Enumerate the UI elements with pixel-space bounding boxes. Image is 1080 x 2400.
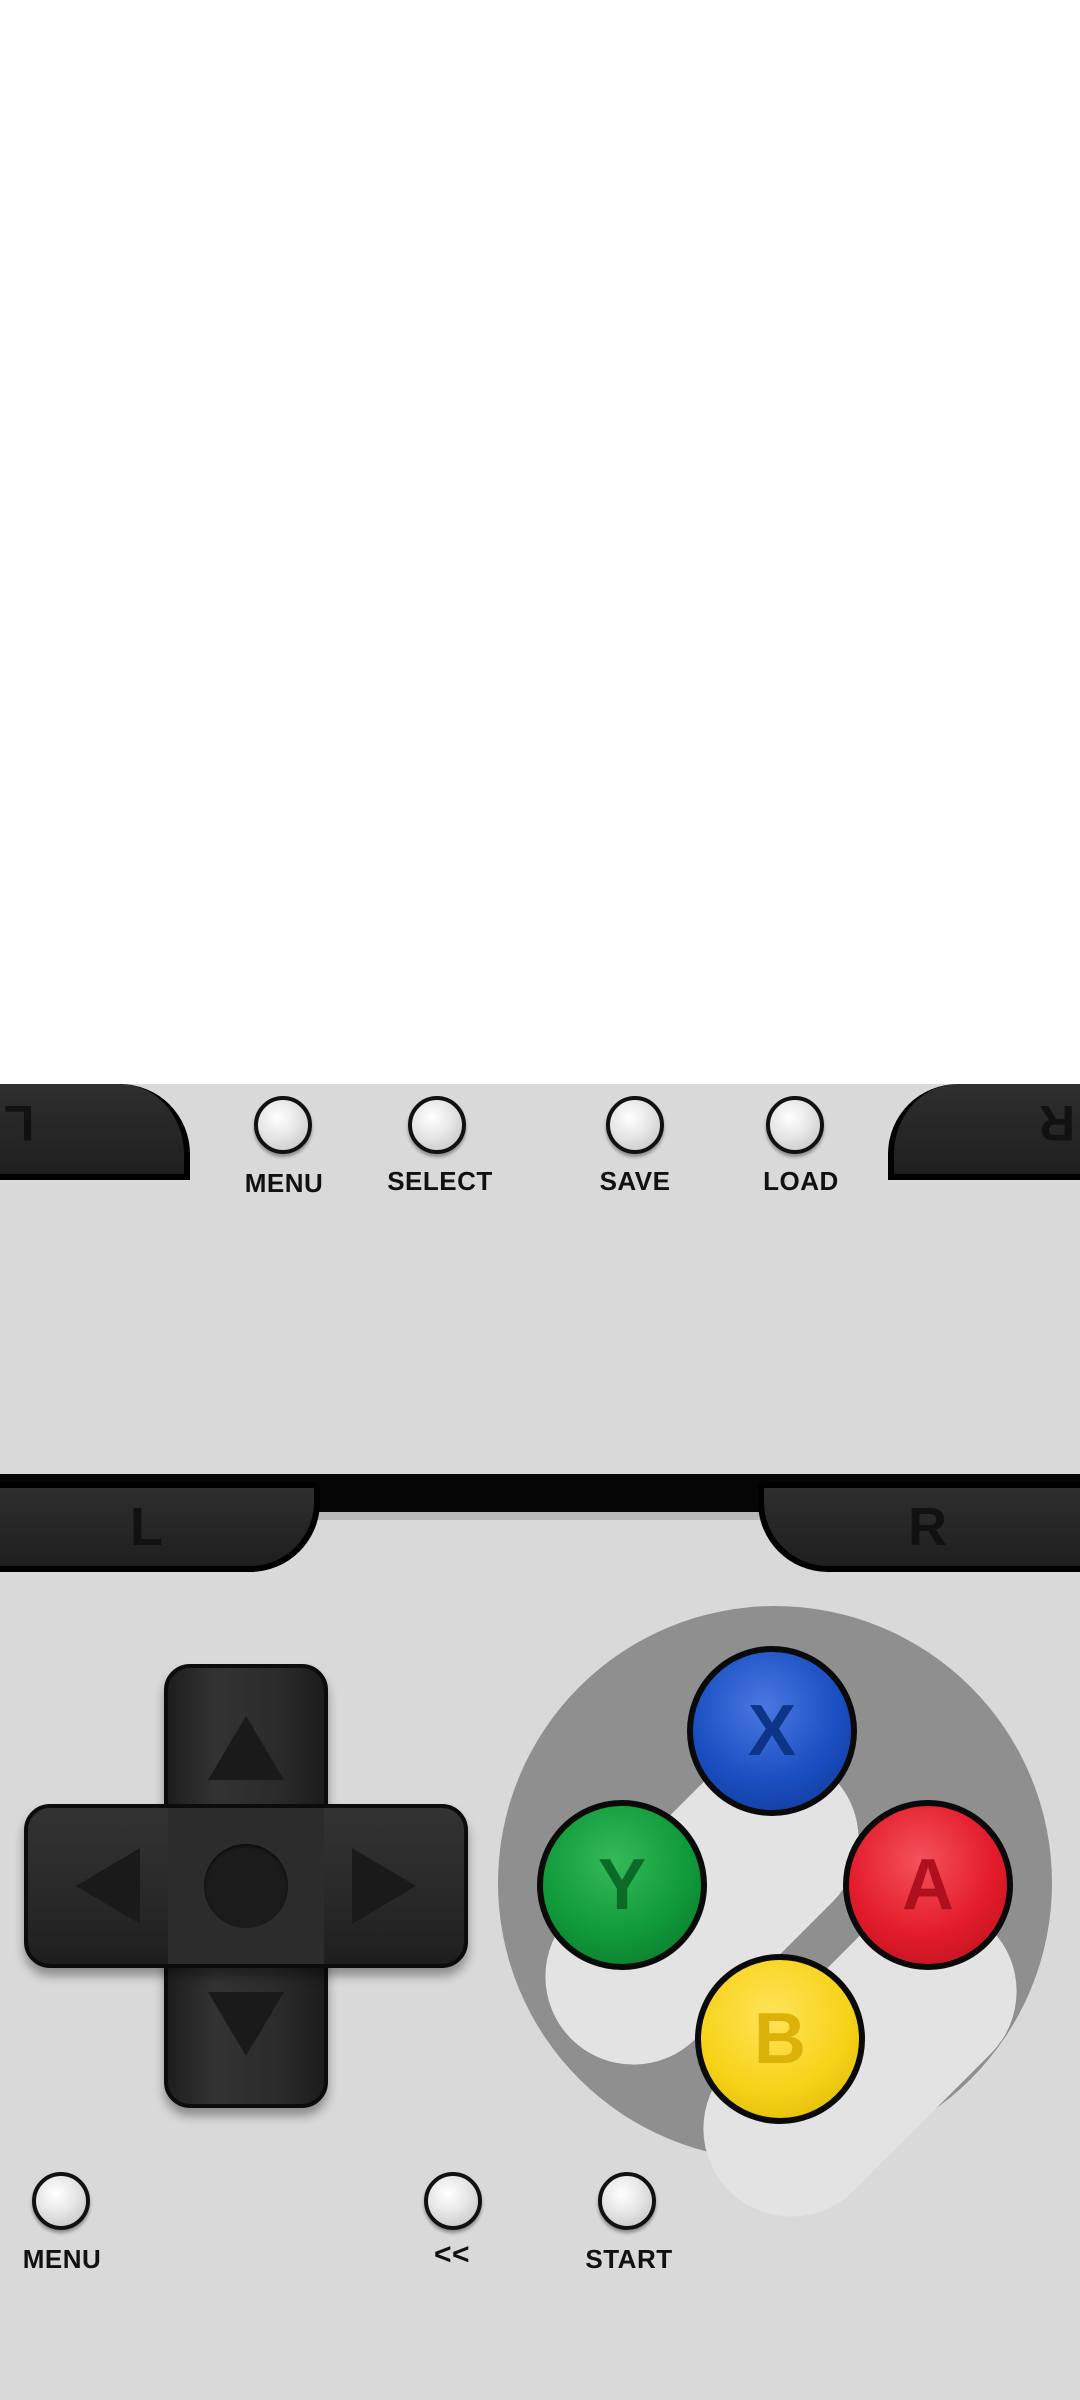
dpad[interactable]: [24, 1664, 468, 2108]
load-label: LOAD: [763, 1166, 839, 1196]
save-label: SAVE: [599, 1166, 671, 1196]
start-button[interactable]: [598, 2172, 656, 2230]
select-button[interactable]: [408, 1096, 466, 1154]
select-label: SELECT: [387, 1166, 493, 1196]
right-shoulder-button[interactable]: R: [758, 1482, 1080, 1572]
rewind-label: <<: [433, 2238, 471, 2271]
game-screen: [0, 0, 1080, 1084]
dpad-up-arrow-icon: [208, 1716, 284, 1780]
dpad-left-arrow-icon: [76, 1848, 140, 1924]
dpad-down-arrow-icon: [208, 1992, 284, 2056]
a-button-label: A: [902, 1845, 954, 1925]
x-button[interactable]: X: [687, 1646, 857, 1816]
x-button-label: X: [747, 1691, 797, 1771]
top-right-shoulder-button[interactable]: R: [888, 1084, 1080, 1180]
dpad-right-arrow-icon: [352, 1848, 416, 1924]
load-button[interactable]: [766, 1096, 824, 1154]
top-menu-button[interactable]: [254, 1096, 312, 1154]
dpad-arrows: [76, 1716, 416, 2056]
left-shoulder-label: L: [130, 1497, 163, 1557]
top-menu-label: MENU: [244, 1168, 324, 1198]
b-button[interactable]: B: [695, 1954, 865, 2124]
left-shoulder-button[interactable]: L: [0, 1482, 320, 1572]
b-button-label: B: [754, 1999, 806, 2079]
controller-overlay: L R MENU SELECT SAVE LOAD L R X Y A B ME…: [0, 1084, 1080, 2400]
top-right-shoulder-label: R: [1039, 1095, 1076, 1151]
bottom-menu-button[interactable]: [32, 2172, 90, 2230]
rewind-button[interactable]: [424, 2172, 482, 2230]
a-button[interactable]: A: [843, 1800, 1013, 1970]
start-label: START: [585, 2244, 673, 2274]
save-button[interactable]: [606, 1096, 664, 1154]
y-button-label: Y: [597, 1845, 647, 1925]
top-left-shoulder-button[interactable]: L: [0, 1084, 190, 1180]
top-left-shoulder-label: L: [4, 1095, 35, 1151]
bottom-menu-label: MENU: [22, 2244, 102, 2274]
right-shoulder-label: R: [908, 1497, 947, 1557]
y-button[interactable]: Y: [537, 1800, 707, 1970]
